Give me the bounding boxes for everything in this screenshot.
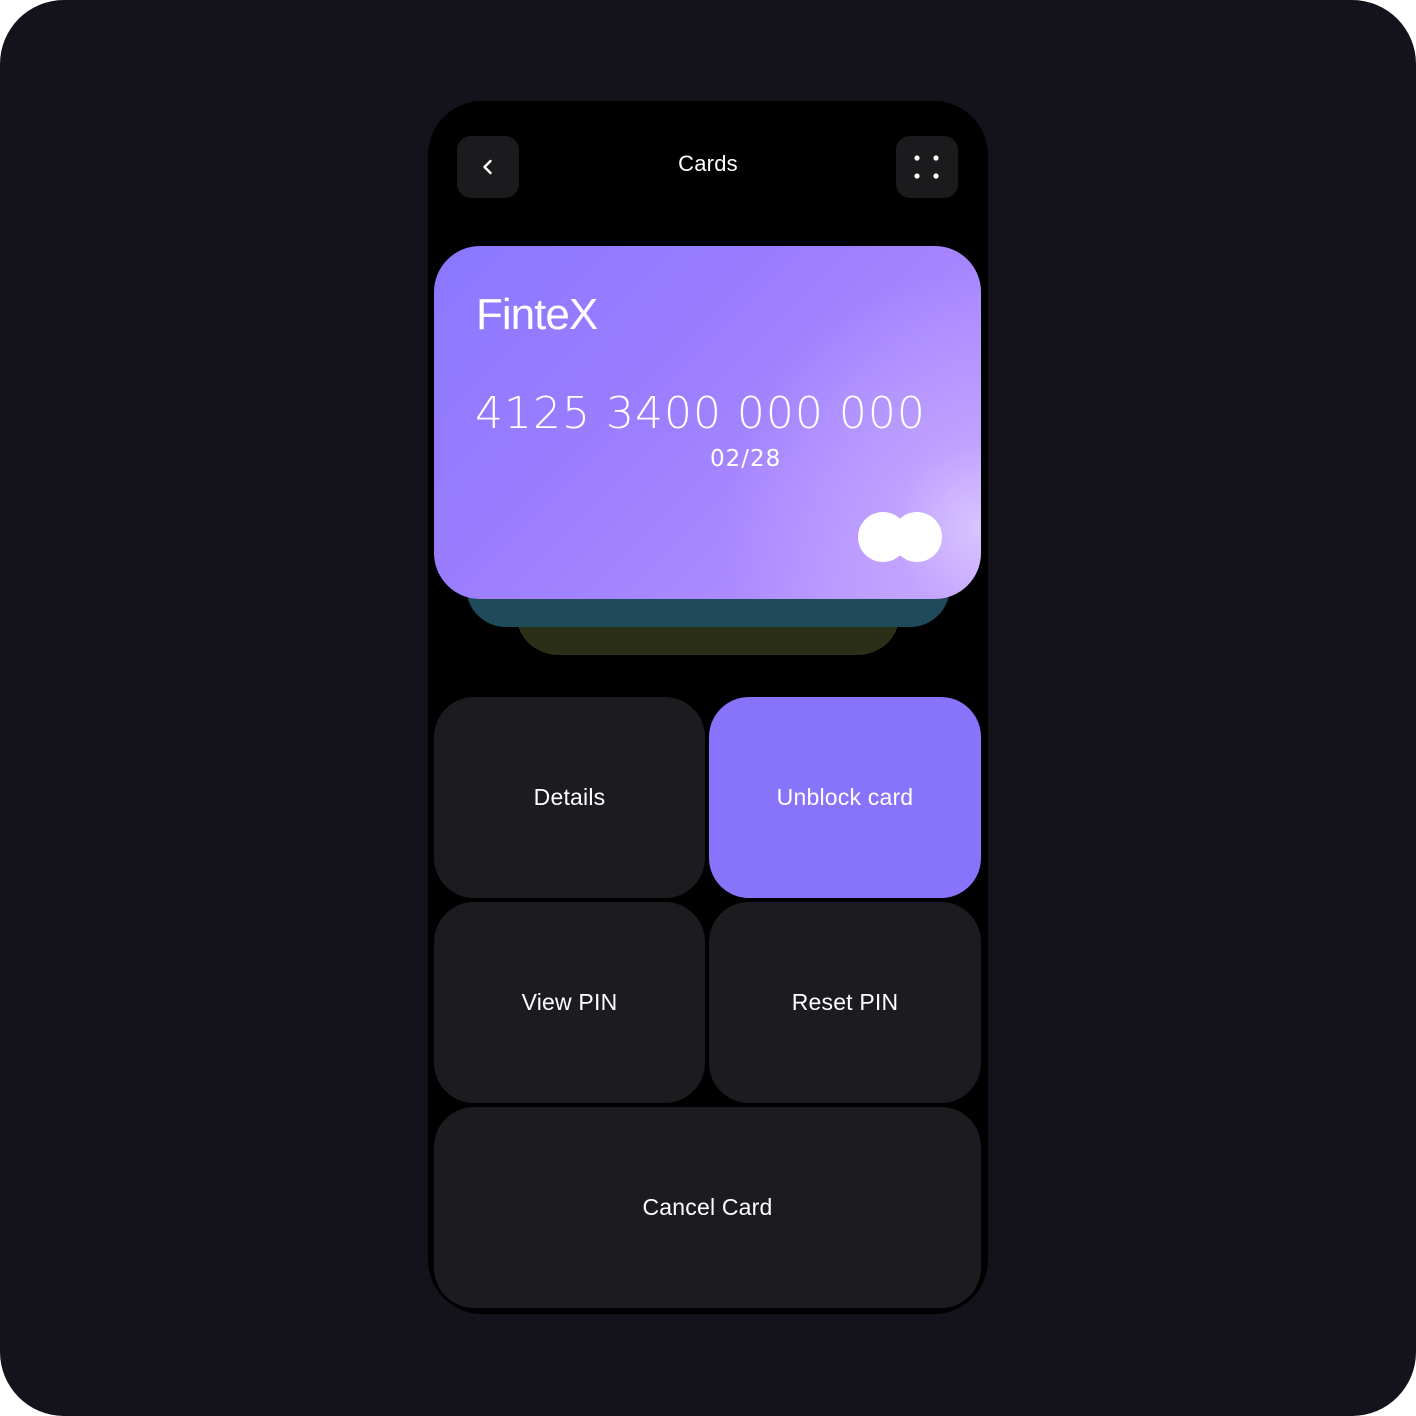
details-label: Details (533, 784, 606, 810)
menu-button[interactable] (896, 136, 958, 198)
grid-dots-icon (914, 155, 939, 179)
unblock-card-label: Unblock card (776, 784, 914, 810)
phone-screen: Cards FinteX 4125 3400 000 000 02/28 Det… (428, 101, 988, 1314)
unblock-card-button[interactable]: Unblock card (709, 697, 981, 898)
details-button[interactable]: Details (434, 697, 705, 898)
card-number: 4125 3400 000 000 (475, 388, 926, 439)
view-pin-label: View PIN (521, 989, 618, 1015)
canvas-background: Cards FinteX 4125 3400 000 000 02/28 Det… (0, 0, 1416, 1416)
view-pin-button[interactable]: View PIN (434, 902, 705, 1103)
card-brand: FinteX (476, 290, 598, 339)
card-expiry: 02/28 (710, 446, 782, 472)
reset-pin-button[interactable]: Reset PIN (709, 902, 981, 1103)
cancel-card-label: Cancel Card (642, 1194, 773, 1220)
payment-card[interactable]: FinteX 4125 3400 000 000 02/28 (434, 246, 981, 599)
cancel-card-button[interactable]: Cancel Card (434, 1107, 981, 1308)
reset-pin-label: Reset PIN (791, 989, 899, 1015)
card-network-logo-icon (858, 512, 942, 562)
logo-circle-right (892, 512, 942, 562)
